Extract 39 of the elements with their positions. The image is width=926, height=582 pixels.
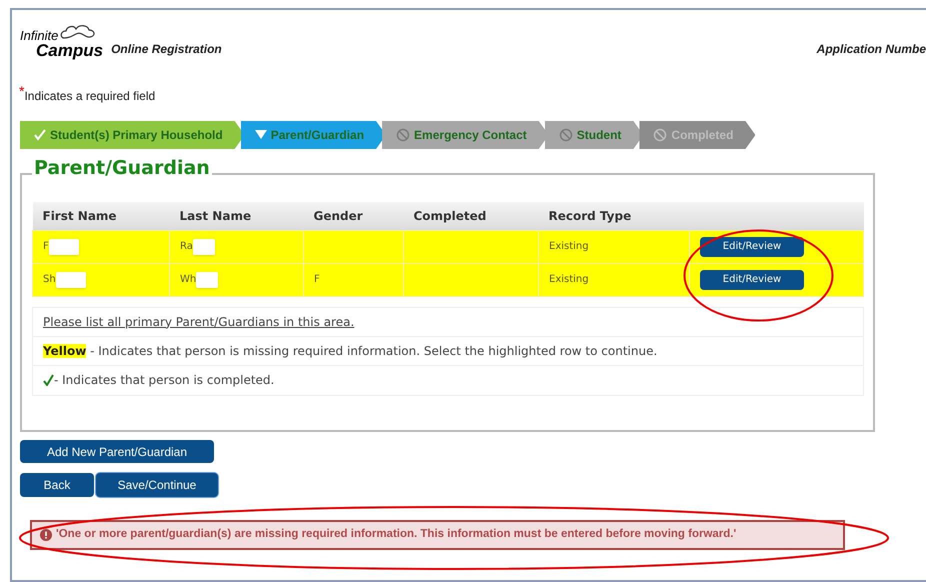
column-header: Last Name [170, 202, 304, 230]
triangle-down-icon [254, 130, 267, 140]
table-cell: Ra [170, 230, 304, 263]
table-cell: F [304, 263, 404, 296]
check-icon [43, 374, 54, 386]
add-parent-button[interactable]: Add New Parent/Guardian [20, 440, 214, 463]
prohibited-icon [558, 128, 573, 142]
logo-text: Campus [35, 42, 104, 59]
redaction-box [192, 238, 215, 254]
logo-text: Infinite [20, 29, 58, 42]
back-button[interactable]: Back [20, 473, 94, 497]
redaction-box [196, 272, 218, 288]
table-cell: Wh [170, 263, 304, 296]
column-header: Gender [304, 202, 404, 230]
legend-text: Yellow - Indicates that person is missing required information. Select the highlighted row to continue. [43, 342, 658, 360]
required-note: Indicates a required field [24, 89, 156, 105]
alert-icon [40, 529, 52, 541]
save-continue-button[interactable]: Save/Continue [96, 473, 218, 497]
required-asterisk: * [19, 84, 24, 98]
instructions-link[interactable]: Please list all primary Parent/Guardians in this area. [43, 312, 354, 330]
error-message: 'One or more parent/guardian(s) are missing required information. This information must be entered before moving forward.' [56, 527, 736, 542]
table-cell: Existing [538, 263, 690, 296]
column-header: Record Type [538, 202, 690, 230]
section-title: Parent/Guardian [32, 159, 212, 178]
column-header: First Name [32, 202, 170, 230]
column-header: Completed [404, 202, 538, 230]
edit-review-button[interactable]: Edit/Review [700, 236, 804, 257]
check-icon [34, 129, 46, 141]
redaction-box [48, 238, 79, 254]
redaction-box [56, 272, 86, 288]
app-name: Online Registration [111, 41, 222, 58]
table-cell: Existing [538, 230, 690, 263]
prohibited-icon [396, 128, 410, 142]
application-number-label: Application Numbe [816, 41, 926, 58]
legend-text: - Indicates that person is completed. [54, 372, 274, 389]
edit-review-button[interactable]: Edit/Review [700, 270, 804, 290]
table-cell: Sh [32, 263, 170, 296]
prohibited-icon [653, 128, 668, 142]
table-cell: F [32, 230, 170, 263]
